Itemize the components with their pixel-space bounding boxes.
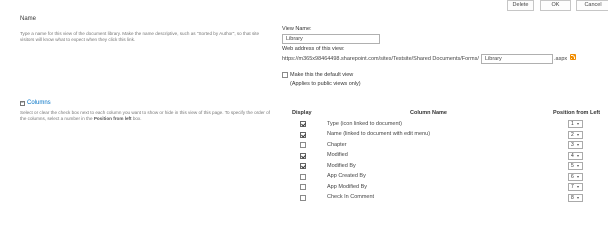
chevron-down-icon: ▾ [577,163,580,168]
column-name: App Created By [327,173,366,179]
position-select[interactable]: 4 ▾ [568,151,583,160]
position-value: 8 [571,194,574,201]
position-value: 2 [571,131,574,138]
column-name: Modified By [327,162,356,169]
default-view-label: Make this the default view [290,72,354,78]
column-name: Chapter [327,141,347,148]
name-section-title: Name [20,16,37,22]
column-name: Check In Comment [327,194,375,200]
cancel-button[interactable]: Cancel [576,0,608,11]
column-name: Name (linked to document with edit menu) [327,131,431,137]
position-select[interactable]: 8 ▾ [568,193,583,202]
position-value: 5 [571,163,574,169]
position-select[interactable]: 6 ▾ [568,172,583,181]
default-view-checkbox[interactable] [282,72,288,78]
chevron-down-icon: ▾ [577,173,580,179]
position-value: 3 [571,142,574,148]
chevron-down-icon: ▾ [577,184,580,189]
rss-feed-icon[interactable] [570,54,576,60]
display-checkbox[interactable] [300,194,306,201]
position-value: 6 [571,173,574,180]
display-checkbox[interactable] [300,152,306,159]
position-from-left-header: Position from Left [553,110,601,116]
column-name-header: Column Name [410,110,447,116]
display-checkbox[interactable] [300,184,306,190]
chevron-down-icon: ▾ [577,152,580,158]
view-name-label: View Name: [282,26,312,32]
position-value: 7 [571,184,574,190]
chevron-down-icon: ▾ [577,194,580,200]
display-checkbox[interactable] [300,142,306,148]
position-select[interactable]: 3 ▾ [568,141,583,149]
position-select[interactable]: 1 ▾ [568,120,583,128]
display-checkbox[interactable] [300,131,306,138]
position-select[interactable]: 7 ▾ [568,183,583,191]
chevron-down-icon: ▾ [577,142,580,147]
delete-button[interactable]: Delete [507,0,534,11]
display-checkbox[interactable] [300,163,306,169]
default-view-note: (Applies to public views only) [290,81,361,87]
position-value: 1 [571,121,574,127]
columns-section-description: Select or clear the check box next to ea… [20,110,270,121]
column-name: Modified [327,152,348,158]
columns-section-title[interactable]: Columns [27,100,51,106]
column-name: Type (icon linked to document) [327,120,402,127]
display-checkbox[interactable] [300,121,306,127]
view-name-input[interactable]: Library [282,34,380,44]
web-address-label: Web address of this view: [282,46,345,52]
column-name: App Modified By [327,183,368,190]
position-value: 4 [571,152,574,159]
position-select[interactable]: 2 ▾ [568,130,583,139]
name-section-description: Type a name for this view of the documen… [20,31,260,42]
url-page-input[interactable]: Library [481,54,553,64]
display-checkbox[interactable] [300,173,306,180]
display-column-header: Display [292,110,312,116]
position-select[interactable]: 5 ▾ [568,162,583,170]
chevron-down-icon: ▾ [577,121,580,126]
collapse-icon[interactable]: − [20,101,25,106]
url-suffix: .aspx [554,56,568,62]
url-prefix: https://m365x98464498.sharepoint.com/sit… [282,56,479,62]
ok-button[interactable]: OK [540,0,571,11]
chevron-down-icon: ▾ [577,131,580,137]
